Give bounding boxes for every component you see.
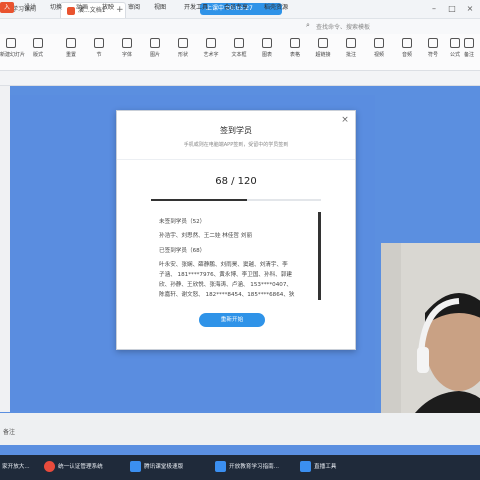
- webcam-person-image: [381, 243, 480, 435]
- shape-button[interactable]: 形状: [172, 38, 194, 58]
- layout-button[interactable]: 版式: [27, 38, 49, 58]
- signed-names-line: 欣、孙静、王欣悦、张海涛、卢涵、 153****0407、: [159, 282, 292, 288]
- dialog-subtitle: 手机或则在电脑端APP签到，受留中的学员签到: [183, 142, 289, 148]
- font-button[interactable]: 字体: [116, 38, 138, 58]
- section-icon: [94, 38, 104, 48]
- webcam-overlay: [381, 243, 480, 435]
- student-list[interactable]: 未签到学员（52） 孙浩宇、刘思然、王二娃 林佳哲 刘丽 已签到学员（68） 叶…: [151, 212, 321, 300]
- signin-progress-track: [151, 199, 321, 201]
- tencent-class-icon: [130, 461, 141, 472]
- table-icon: [290, 38, 300, 48]
- picture-button[interactable]: 图片: [144, 38, 166, 58]
- signin-dialog: 签到学员 手机或则在电脑端APP签到，受留中的学员签到 × 68 / 120 未…: [116, 110, 356, 350]
- picture-icon: [150, 38, 160, 48]
- signin-progress-fill: [151, 199, 248, 201]
- reset-button[interactable]: 重置: [60, 38, 82, 58]
- taskbar-item-1[interactable]: 家开放大...: [0, 458, 36, 476]
- signed-names-line: 叶永安、张娴、薛静鹏、刘雨昊、窦越、刘清宇、李: [159, 262, 288, 268]
- menu-design[interactable]: 设计: [22, 2, 38, 13]
- search-input[interactable]: 查找命令、搜索模板: [316, 22, 370, 31]
- layout-icon: [33, 38, 43, 48]
- shape-icon: [178, 38, 188, 48]
- menu-animation[interactable]: 动画: [74, 2, 90, 13]
- notes-icon: [464, 38, 474, 48]
- menu-docer[interactable]: 稻壳资源: [262, 2, 290, 13]
- link-icon: [318, 38, 328, 48]
- audio-icon: [402, 38, 412, 48]
- taskbar-item-2[interactable]: 统一认证管理系统: [42, 458, 138, 476]
- symbol-button[interactable]: 符号: [422, 38, 444, 58]
- taskbar-item-4[interactable]: 开放教育学习指南...: [213, 458, 309, 476]
- section-button[interactable]: 节: [88, 38, 110, 58]
- hyperlink-button[interactable]: 超链接: [312, 38, 334, 58]
- textbox-button[interactable]: 文本框: [228, 38, 250, 58]
- quick-access-strip: [0, 71, 480, 86]
- dialog-close-icon[interactable]: ×: [339, 114, 351, 126]
- close-icon[interactable]: ×: [464, 3, 476, 15]
- notes-label[interactable]: 备注: [3, 427, 15, 436]
- wordart-button[interactable]: 艺术字: [200, 38, 222, 58]
- chart-button[interactable]: 图表: [256, 38, 278, 58]
- menu-transition[interactable]: 切换: [48, 2, 64, 13]
- wordart-icon: [206, 38, 216, 48]
- slide-thumbnail-pane[interactable]: [0, 86, 10, 412]
- taskbar-item-5[interactable]: 直播工具: [298, 458, 394, 476]
- menu-bar: [0, 19, 480, 34]
- unsigned-header: 未签到学员（52）: [159, 219, 206, 225]
- comment-icon: [346, 38, 356, 48]
- audio-button[interactable]: 音频: [396, 38, 418, 58]
- font-icon: [122, 38, 132, 48]
- dialog-title: 签到学员: [220, 126, 252, 135]
- maximize-icon[interactable]: □: [446, 3, 458, 15]
- dialog-divider: [117, 159, 355, 160]
- unsigned-names: 孙浩宇、刘思然、王二娃 林佳哲 刘丽: [159, 233, 253, 239]
- video-icon: [374, 38, 384, 48]
- minimize-icon[interactable]: –: [428, 3, 440, 15]
- table-button[interactable]: 表格: [284, 38, 306, 58]
- reset-icon: [66, 38, 76, 48]
- video-button[interactable]: 视频: [368, 38, 390, 58]
- signed-names-line: 陈嘉轩、谢文怒、 182****8454、185****6864、狄: [159, 292, 295, 298]
- menu-view[interactable]: 视图: [152, 2, 168, 13]
- textbox-icon: [234, 38, 244, 48]
- status-bar: 备注: [0, 413, 480, 445]
- chrome-icon: [44, 461, 55, 472]
- chart-icon: [262, 38, 272, 48]
- live-tool-icon: [300, 461, 311, 472]
- new-slide-icon: [6, 38, 16, 48]
- guide-icon: [215, 461, 226, 472]
- new-tab-plus-icon[interactable]: +: [116, 5, 124, 15]
- signin-count: 68 / 120: [215, 176, 257, 187]
- taskbar-item-3[interactable]: 腾讯课堂极速版: [128, 458, 224, 476]
- search-icon[interactable]: ⌕: [306, 21, 310, 30]
- menu-developer[interactable]: 开发工具: [182, 2, 210, 13]
- comment-button[interactable]: 批注: [340, 38, 362, 58]
- new-slide-button[interactable]: 新建幻灯片: [0, 38, 25, 58]
- symbol-icon: [428, 38, 438, 48]
- signed-header: 已签到学员（68）: [159, 248, 206, 254]
- menu-insert[interactable]: 入: [0, 2, 15, 13]
- restart-button[interactable]: 重新开始: [199, 313, 265, 327]
- menu-member[interactable]: 会员专享: [222, 2, 250, 13]
- notes-button[interactable]: 备注: [458, 38, 480, 58]
- signed-names-line: 子涵、 181****7976、黄永博、李卫国、孙科、郭建: [159, 272, 292, 278]
- menu-slideshow[interactable]: 放映: [100, 2, 116, 13]
- menu-review[interactable]: 审阅: [126, 2, 142, 13]
- list-scrollbar[interactable]: [318, 212, 321, 300]
